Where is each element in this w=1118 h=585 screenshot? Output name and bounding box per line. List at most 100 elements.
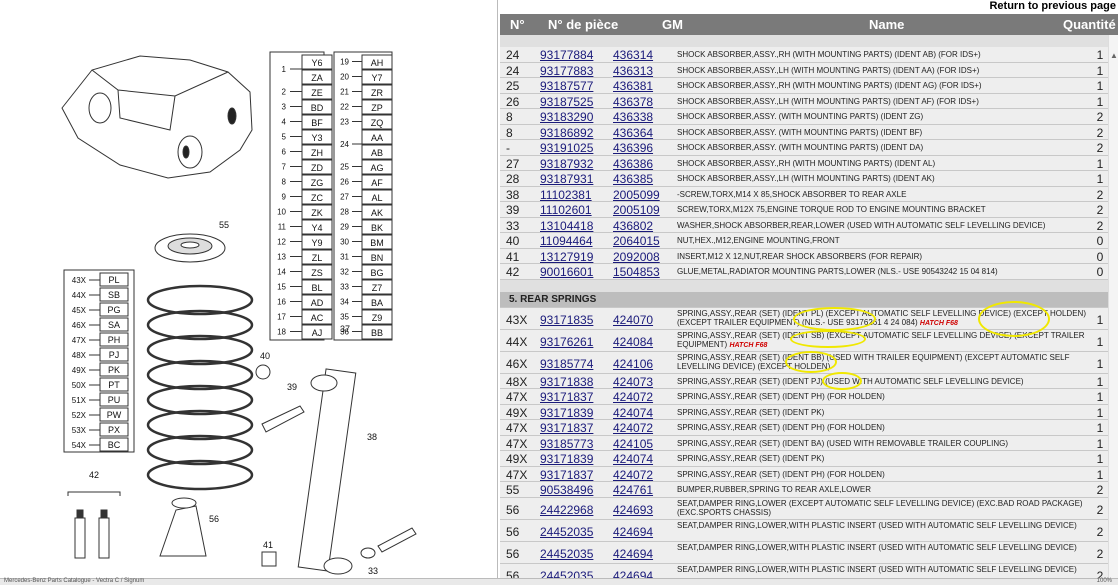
part-number-link[interactable]: 93187525 bbox=[540, 95, 610, 109]
table-row[interactable]: 56 24422968 424693 SEAT,DAMPER RING,LOWER (… bbox=[500, 497, 1108, 520]
part-number-link[interactable]: 93171839 bbox=[540, 406, 610, 420]
gm-number-link[interactable]: 424072 bbox=[613, 421, 675, 435]
table-row[interactable]: 40 11094464 2064015 NUT,HEX.,M12,ENGINE MOU… bbox=[500, 233, 1108, 249]
part-number-link[interactable]: 93171838 bbox=[540, 375, 610, 389]
gm-number-link[interactable]: 424072 bbox=[613, 390, 675, 404]
part-number-link[interactable]: 13127919 bbox=[540, 250, 610, 264]
table-row[interactable]: 28 93187931 436385 SHOCK ABSORBER,ASSY.,LH … bbox=[500, 171, 1108, 187]
table-row[interactable]: 44X 93176261 424084 SPRING,ASSY.,REAR (SET)… bbox=[500, 329, 1108, 352]
gm-number-link[interactable]: 424105 bbox=[613, 437, 675, 451]
part-number-link[interactable]: 93176261 bbox=[540, 335, 610, 349]
gm-number-link[interactable]: 424693 bbox=[613, 503, 675, 517]
part-number-link[interactable]: 93186892 bbox=[540, 126, 610, 140]
table-row[interactable]: 46X 93185774 424106 SPRING,ASSY.,REAR (SET)… bbox=[500, 351, 1108, 374]
gm-number-link[interactable]: 436364 bbox=[613, 126, 675, 140]
gm-number-link[interactable]: 2064015 bbox=[613, 234, 675, 248]
table-row[interactable]: 24 93177883 436313 SHOCK ABSORBER,ASSY.,LH … bbox=[500, 62, 1108, 78]
gm-number-link[interactable]: 424070 bbox=[613, 313, 675, 327]
gm-number-link[interactable]: 424074 bbox=[613, 406, 675, 420]
table-row[interactable]: 39 11102601 2005109 SCREW,TORX,M12X 75,ENGI… bbox=[500, 202, 1108, 218]
part-number-link[interactable]: 24452035 bbox=[540, 525, 610, 539]
vertical-scrollbar[interactable]: ▲ bbox=[1108, 35, 1118, 578]
part-number-link[interactable]: 11102381 bbox=[540, 188, 610, 202]
gm-number-link[interactable]: 1504853 bbox=[613, 265, 675, 279]
table-row[interactable]: 25 93187577 436381 SHOCK ABSORBER,ASSY.,RH … bbox=[500, 78, 1108, 94]
part-number-link[interactable]: 93177883 bbox=[540, 64, 610, 78]
part-number-link[interactable]: 93187932 bbox=[540, 157, 610, 171]
gm-number-link[interactable]: 424106 bbox=[613, 357, 675, 371]
gm-number-link[interactable]: 2092008 bbox=[613, 250, 675, 264]
table-row[interactable]: 38 11102381 2005099 -SCREW,TORX,M14 X 85,SH… bbox=[500, 186, 1108, 202]
gm-number-link[interactable]: 2005109 bbox=[613, 203, 675, 217]
gm-number-link[interactable]: 436314 bbox=[613, 48, 675, 62]
gm-number-link[interactable]: 424084 bbox=[613, 335, 675, 349]
table-row[interactable]: 56 24452035 424694 SEAT,DAMPER RING,LOWER,W… bbox=[500, 563, 1108, 579]
table-row[interactable]: 47X 93171837 424072 SPRING,ASSY.,REAR (SET)… bbox=[500, 420, 1108, 436]
part-number-link[interactable]: 93171837 bbox=[540, 468, 610, 482]
part-number-link[interactable]: 93171837 bbox=[540, 421, 610, 435]
table-row[interactable]: 56 24452035 424694 SEAT,DAMPER RING,LOWER,W… bbox=[500, 541, 1108, 564]
table-row[interactable]: 55 90538496 424761 BUMPER,RUBBER,SPRING TO … bbox=[500, 482, 1108, 498]
gm-number-link[interactable]: 436386 bbox=[613, 157, 675, 171]
gm-number-link[interactable]: 436381 bbox=[613, 79, 675, 93]
table-row[interactable]: 47X 93185773 424105 SPRING,ASSY.,REAR (SET)… bbox=[500, 435, 1108, 451]
table-row[interactable]: 47X 93171837 424072 SPRING,ASSY.,REAR (SET)… bbox=[500, 466, 1108, 482]
gm-number-link[interactable]: 424072 bbox=[613, 468, 675, 482]
part-number-link[interactable]: 93185773 bbox=[540, 437, 610, 451]
part-number-link[interactable]: 93191025 bbox=[540, 141, 610, 155]
gm-number-link[interactable]: 424694 bbox=[613, 525, 675, 539]
gm-number-link[interactable]: 424694 bbox=[613, 569, 675, 579]
part-number-link[interactable]: 93187931 bbox=[540, 172, 610, 186]
table-row[interactable]: 47X 93171837 424072 SPRING,ASSY.,REAR (SET)… bbox=[500, 389, 1108, 405]
col-header-gm[interactable]: GM bbox=[662, 17, 683, 32]
part-number-link[interactable]: 13104418 bbox=[540, 219, 610, 233]
gm-number-link[interactable]: 424761 bbox=[613, 483, 675, 497]
col-header-qty[interactable]: Quantité bbox=[1063, 17, 1116, 32]
col-header-name[interactable]: Name bbox=[869, 17, 904, 32]
col-header-no[interactable]: N° bbox=[510, 17, 525, 32]
part-number-link[interactable]: 24422968 bbox=[540, 503, 610, 517]
table-row[interactable]: 8 93186892 436364 SHOCK ABSORBER,ASSY. (WIT… bbox=[500, 124, 1108, 140]
gm-number-link[interactable]: 436378 bbox=[613, 95, 675, 109]
legend-number: 8 bbox=[282, 178, 287, 187]
part-number-link[interactable]: 93185774 bbox=[540, 357, 610, 371]
table-row[interactable]: 24 93177884 436314 SHOCK ABSORBER,ASSY.,RH … bbox=[500, 47, 1108, 63]
gm-number-link[interactable]: 424694 bbox=[613, 547, 675, 561]
table-row[interactable]: - 93191025 436396 SHOCK ABSORBER,ASSY. (WIT… bbox=[500, 140, 1108, 156]
part-number-link[interactable]: 90538496 bbox=[540, 483, 610, 497]
part-number-link[interactable]: 11102601 bbox=[540, 203, 610, 217]
part-number-link[interactable]: 93171839 bbox=[540, 452, 610, 466]
gm-number-link[interactable]: 424074 bbox=[613, 452, 675, 466]
gm-number-link[interactable]: 436802 bbox=[613, 219, 675, 233]
part-number-link[interactable]: 93171835 bbox=[540, 313, 610, 327]
part-number-link[interactable]: 11094464 bbox=[540, 234, 610, 248]
part-number-link[interactable]: 93187577 bbox=[540, 79, 610, 93]
gm-number-link[interactable]: 424073 bbox=[613, 375, 675, 389]
table-row[interactable]: 8 93183290 436338 SHOCK ABSORBER,ASSY. (WIT… bbox=[500, 109, 1108, 125]
table-row[interactable]: 49X 93171839 424074 SPRING,ASSY.,REAR (SET)… bbox=[500, 451, 1108, 467]
gm-number-link[interactable]: 436385 bbox=[613, 172, 675, 186]
return-link[interactable]: Return to previous page bbox=[989, 0, 1116, 12]
table-row[interactable]: 56 24452035 424694 SEAT,DAMPER RING,LOWER,W… bbox=[500, 519, 1108, 542]
part-number-link[interactable]: 93177884 bbox=[540, 48, 610, 62]
table-row[interactable]: 42 90016601 1504853 GLUE,METAL,RADIATOR MOU… bbox=[500, 264, 1108, 280]
part-number-link[interactable]: 93183290 bbox=[540, 110, 610, 124]
part-number-link[interactable]: 93171837 bbox=[540, 390, 610, 404]
table-row[interactable]: 41 13127919 2092008 INSERT,M12 X 12,NUT,REA… bbox=[500, 248, 1108, 264]
gm-number-link[interactable]: 436313 bbox=[613, 64, 675, 78]
table-row[interactable]: 43X 93171835 424070 SPRING,ASSY.,REAR (SET)… bbox=[500, 307, 1108, 330]
table-row[interactable]: 26 93187525 436378 SHOCK ABSORBER,ASSY.,LH … bbox=[500, 93, 1108, 109]
col-header-part[interactable]: N° de pièce bbox=[548, 17, 618, 32]
gm-number-link[interactable]: 436396 bbox=[613, 141, 675, 155]
part-number-link[interactable]: 24452035 bbox=[540, 569, 610, 579]
table-row[interactable]: 33 13104418 436802 WASHER,SHOCK ABSORBER,RE… bbox=[500, 217, 1108, 233]
part-number-link[interactable]: 90016601 bbox=[540, 265, 610, 279]
table-row[interactable]: 48X 93171838 424073 SPRING,ASSY.,REAR (SET)… bbox=[500, 373, 1108, 389]
gm-number-link[interactable]: 2005099 bbox=[613, 188, 675, 202]
table-row[interactable]: 49X 93171839 424074 SPRING,ASSY.,REAR (SET)… bbox=[500, 404, 1108, 420]
scroll-up-arrow-icon[interactable]: ▲ bbox=[1110, 51, 1118, 60]
table-row[interactable]: 27 93187932 436386 SHOCK ABSORBER,ASSY.,RH … bbox=[500, 155, 1108, 171]
zoom-level[interactable]: 100% bbox=[1097, 578, 1112, 584]
part-number-link[interactable]: 24452035 bbox=[540, 547, 610, 561]
gm-number-link[interactable]: 436338 bbox=[613, 110, 675, 124]
